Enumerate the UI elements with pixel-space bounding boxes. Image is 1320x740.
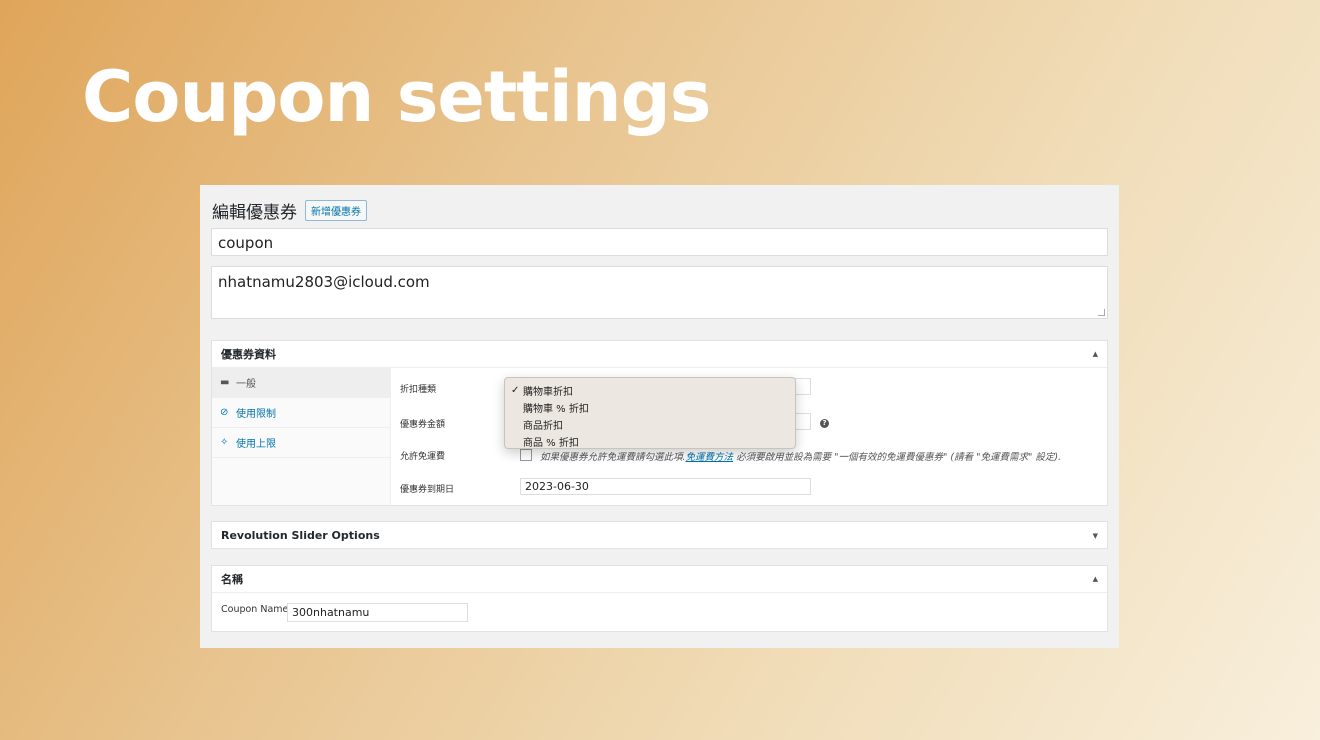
shipping-methods-link[interactable]: 免運費方法 xyxy=(686,452,734,463)
amount-label: 優惠券金額 xyxy=(400,420,446,430)
resize-grip-icon[interactable] xyxy=(1098,309,1105,316)
collapse-down-icon[interactable]: ▼ xyxy=(1093,532,1098,540)
coupon-description-text: nhatnamu2803@icloud.com xyxy=(218,273,430,291)
collapse-up-icon[interactable]: ▲ xyxy=(1093,350,1098,358)
sparkle-icon: ✧ xyxy=(220,437,229,448)
free-shipping-label: 允許免運費 xyxy=(400,452,446,462)
dropdown-option[interactable]: 商品折扣 xyxy=(505,416,795,433)
revslider-header[interactable]: Revolution Slider Options ▼ xyxy=(212,522,1107,549)
discount-type-label: 折扣種類 xyxy=(400,385,437,395)
coupon-code-input[interactable]: coupon xyxy=(211,228,1108,256)
free-shipping-checkbox[interactable] xyxy=(520,449,532,461)
tab-usage-restriction-label: 使用限制 xyxy=(236,409,276,420)
coupon-edit-panel: 編輯優惠券 新增優惠券 coupon nhatnamu2803@icloud.c… xyxy=(200,185,1119,648)
slide-title: Coupon settings xyxy=(82,56,711,138)
free-shipping-note: 如果優惠券允許免運費請勾選此項.免運費方法 必須要啟用並設為需要 "一個有效的免… xyxy=(540,452,1062,463)
page-header: 編輯優惠券 新增優惠券 xyxy=(212,198,367,223)
coupon-data-tabs: ▬ 一般 ⊘ 使用限制 ✧ 使用上限 xyxy=(212,368,391,505)
discount-type-dropdown: ✓ 購物車折扣 購物車 % 折扣 商品折扣 商品 % 折扣 xyxy=(504,377,796,449)
tab-usage-limits[interactable]: ✧ 使用上限 xyxy=(212,428,390,458)
expiry-date-label: 優惠券到期日 xyxy=(400,485,455,495)
revslider-box: Revolution Slider Options ▼ xyxy=(211,521,1108,549)
add-coupon-button[interactable]: 新增優惠券 xyxy=(305,200,367,221)
page-title: 編輯優惠券 xyxy=(212,203,297,223)
dropdown-option[interactable]: ✓ 購物車折扣 xyxy=(505,382,795,399)
ban-icon: ⊘ xyxy=(220,407,229,418)
name-box-title: 名稱 xyxy=(221,573,243,586)
ticket-icon: ▬ xyxy=(220,377,230,388)
tab-usage-restriction[interactable]: ⊘ 使用限制 xyxy=(212,398,390,428)
coupon-name-label: Coupon Name xyxy=(221,604,289,615)
coupon-data-header[interactable]: 優惠券資料 ▲ xyxy=(212,341,1107,368)
dropdown-option[interactable]: 商品 % 折扣 xyxy=(505,433,795,450)
coupon-data-title: 優惠券資料 xyxy=(221,348,276,361)
name-box-header[interactable]: 名稱 ▲ xyxy=(212,566,1107,593)
tab-usage-limits-label: 使用上限 xyxy=(236,439,276,450)
checkmark-icon: ✓ xyxy=(511,385,520,396)
help-icon[interactable]: ? xyxy=(820,419,829,428)
coupon-name-input[interactable]: 300nhatnamu xyxy=(287,603,468,622)
expiry-date-input[interactable]: 2023-06-30 xyxy=(520,478,811,495)
coupon-description-textarea[interactable]: nhatnamu2803@icloud.com xyxy=(211,266,1108,319)
dropdown-option[interactable]: 購物車 % 折扣 xyxy=(505,399,795,416)
tab-general[interactable]: ▬ 一般 xyxy=(212,368,390,398)
name-box: 名稱 ▲ Coupon Name 300nhatnamu xyxy=(211,565,1108,632)
revslider-title: Revolution Slider Options xyxy=(221,529,380,542)
collapse-up-icon[interactable]: ▲ xyxy=(1093,575,1098,583)
tab-general-label: 一般 xyxy=(236,379,256,390)
